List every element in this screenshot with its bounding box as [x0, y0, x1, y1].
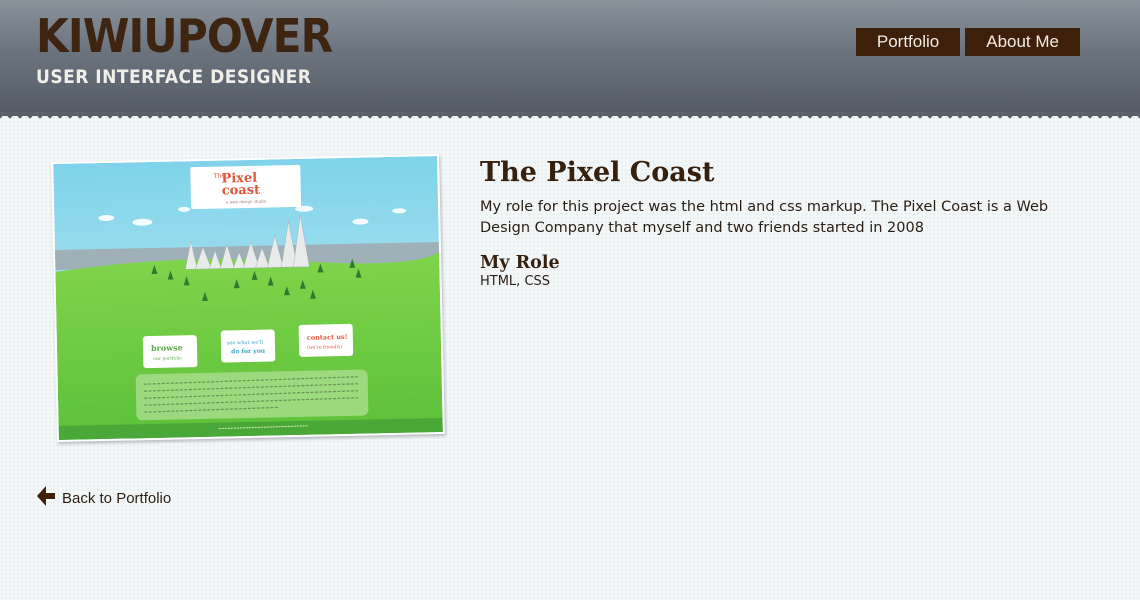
screenshot-tagline: a web design studio	[226, 199, 267, 205]
screenshot-card2-title: see what we'll	[227, 340, 263, 347]
screenshot-card1-title: browse	[151, 342, 183, 353]
nav-about-me-button[interactable]: About Me	[965, 28, 1080, 56]
role-heading: My Role	[480, 253, 560, 273]
back-link-label: Back to Portfolio	[62, 489, 172, 507]
site-header: KIWIUPOVER USER INTERFACE DESIGNER Portf…	[0, 0, 1140, 116]
logo-subtitle: USER INTERFACE DESIGNER	[36, 66, 312, 88]
main-nav: Portfolio About Me	[855, 28, 1080, 56]
screenshot-card1-sub: our portfolio	[153, 355, 182, 362]
header-zigzag-edge	[0, 112, 1140, 122]
project-description: My role for this project was the html an…	[480, 199, 1049, 236]
arrow-left-icon	[36, 485, 56, 511]
screenshot-card2-sub: do for you	[231, 348, 266, 356]
project-screenshot: The Pixel coast a web design studio brow…	[51, 153, 445, 443]
role-value: HTML, CSS	[480, 274, 551, 289]
nav-portfolio-button[interactable]: Portfolio	[855, 28, 961, 56]
logo-title[interactable]: KIWIUPOVER	[36, 8, 333, 64]
project-title: The Pixel Coast	[480, 157, 715, 188]
screenshot-brand-line2: coast	[222, 183, 261, 199]
screenshot-card3-title: contact us!	[307, 333, 348, 342]
back-to-portfolio-link[interactable]: Back to Portfolio	[36, 485, 171, 511]
